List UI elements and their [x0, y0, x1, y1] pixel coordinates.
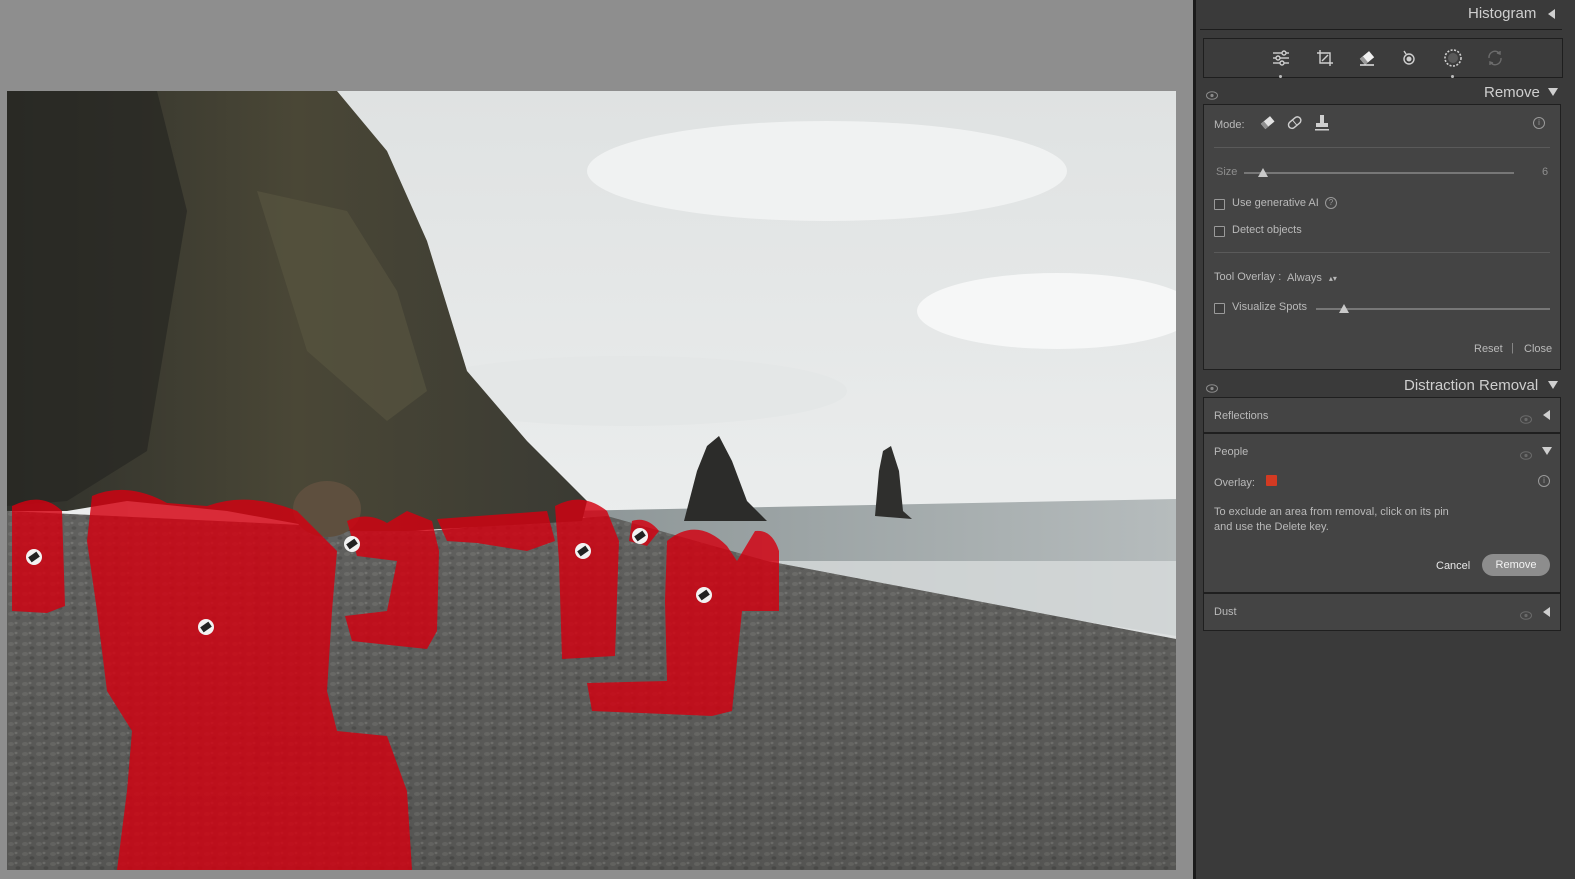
reset-button[interactable]: Reset — [1474, 343, 1503, 355]
removal-pin[interactable] — [575, 543, 591, 559]
remove-section-title[interactable]: Remove — [1484, 84, 1540, 101]
histogram-header[interactable]: Histogram — [1468, 5, 1536, 22]
tool-overlay-select[interactable]: Always ▴▾ — [1287, 272, 1337, 284]
heal-mode-icon[interactable] — [1286, 115, 1304, 136]
removal-pin[interactable] — [26, 549, 42, 565]
reflections-label: Reflections — [1214, 410, 1269, 422]
visibility-eye-icon[interactable] — [1206, 380, 1218, 398]
remove-panel: Mode: i Size 6 Use generative AI ? Detec… — [1203, 104, 1561, 370]
dust-label: Dust — [1214, 606, 1237, 618]
overlay-color-swatch[interactable] — [1266, 475, 1277, 486]
help-text-line2: and use the Delete key. — [1214, 521, 1329, 533]
removal-pin[interactable] — [632, 528, 648, 544]
edit-sliders-icon[interactable] — [1268, 45, 1294, 78]
help-icon[interactable]: ? — [1325, 197, 1337, 209]
info-icon[interactable]: i — [1538, 475, 1550, 487]
clone-stamp-icon[interactable] — [1314, 114, 1330, 137]
size-value: 6 — [1542, 166, 1549, 178]
select-arrows-icon: ▴▾ — [1328, 274, 1337, 283]
visibility-eye-icon[interactable] — [1520, 411, 1532, 429]
distraction-removal-title[interactable]: Distraction Removal — [1404, 377, 1538, 394]
removal-pin[interactable] — [696, 587, 712, 603]
tool-overlay-label: Tool Overlay : — [1214, 271, 1282, 283]
mode-label: Mode: — [1214, 119, 1245, 131]
visualize-spots-slider-track[interactable] — [1316, 308, 1550, 310]
close-button[interactable]: Close — [1524, 343, 1552, 355]
red-eye-icon[interactable] — [1396, 45, 1422, 71]
cancel-button[interactable]: Cancel — [1436, 560, 1470, 572]
overlay-label: Overlay: — [1214, 477, 1255, 489]
active-dot — [1279, 75, 1282, 78]
expand-down-icon[interactable] — [1548, 381, 1558, 389]
eraser-icon[interactable] — [1354, 45, 1380, 71]
expand-down-icon[interactable] — [1548, 88, 1558, 96]
use-generative-ai-label: Use generative AI — [1232, 197, 1319, 209]
canvas-area — [0, 0, 1193, 879]
removal-pin[interactable] — [344, 536, 360, 552]
detect-objects-checkbox[interactable] — [1214, 226, 1225, 237]
masking-icon[interactable] — [1440, 45, 1466, 78]
visualize-spots-label: Visualize Spots — [1232, 301, 1308, 313]
dust-row[interactable]: Dust — [1203, 593, 1561, 631]
tool-overlay-value: Always — [1287, 272, 1322, 284]
visibility-eye-icon[interactable] — [1520, 607, 1532, 625]
size-label: Size — [1216, 166, 1238, 178]
use-generative-ai-checkbox[interactable] — [1214, 199, 1225, 210]
removal-pin[interactable] — [198, 619, 214, 635]
visibility-eye-icon[interactable] — [1520, 447, 1532, 465]
presets-icon[interactable] — [1482, 45, 1508, 71]
right-panel: Histogram Remove Mode: i Size 6 Use gene… — [1193, 0, 1575, 879]
size-slider-thumb[interactable] — [1258, 168, 1268, 177]
collapse-left-icon[interactable] — [1543, 607, 1550, 617]
collapse-left-icon[interactable] — [1548, 9, 1555, 19]
visibility-eye-icon[interactable] — [1206, 87, 1218, 105]
expand-down-icon[interactable] — [1542, 447, 1552, 455]
crop-icon[interactable] — [1312, 45, 1338, 71]
info-icon[interactable]: i — [1533, 117, 1545, 129]
detect-objects-label: Detect objects — [1232, 224, 1302, 236]
visualize-spots-checkbox[interactable] — [1214, 303, 1225, 314]
visualize-spots-slider-thumb[interactable] — [1339, 304, 1349, 313]
help-text-line1: To exclude an area from removal, click o… — [1214, 506, 1449, 518]
size-slider-track[interactable] — [1244, 172, 1514, 174]
divider — [1200, 29, 1562, 30]
separator-bar: | — [1511, 342, 1514, 354]
divider — [1214, 147, 1550, 148]
divider — [1214, 252, 1550, 253]
remove-button[interactable]: Remove — [1482, 554, 1550, 576]
collapse-left-icon[interactable] — [1543, 410, 1550, 420]
photo-preview[interactable] — [7, 91, 1176, 870]
beach-photo — [7, 91, 1176, 870]
reflections-row[interactable]: Reflections — [1203, 397, 1561, 433]
people-panel: People Overlay: i To exclude an area fro… — [1203, 433, 1561, 593]
active-dot — [1451, 75, 1454, 78]
tool-strip — [1203, 38, 1563, 78]
eraser-mode-icon[interactable] — [1259, 115, 1277, 136]
people-label: People — [1214, 446, 1249, 458]
